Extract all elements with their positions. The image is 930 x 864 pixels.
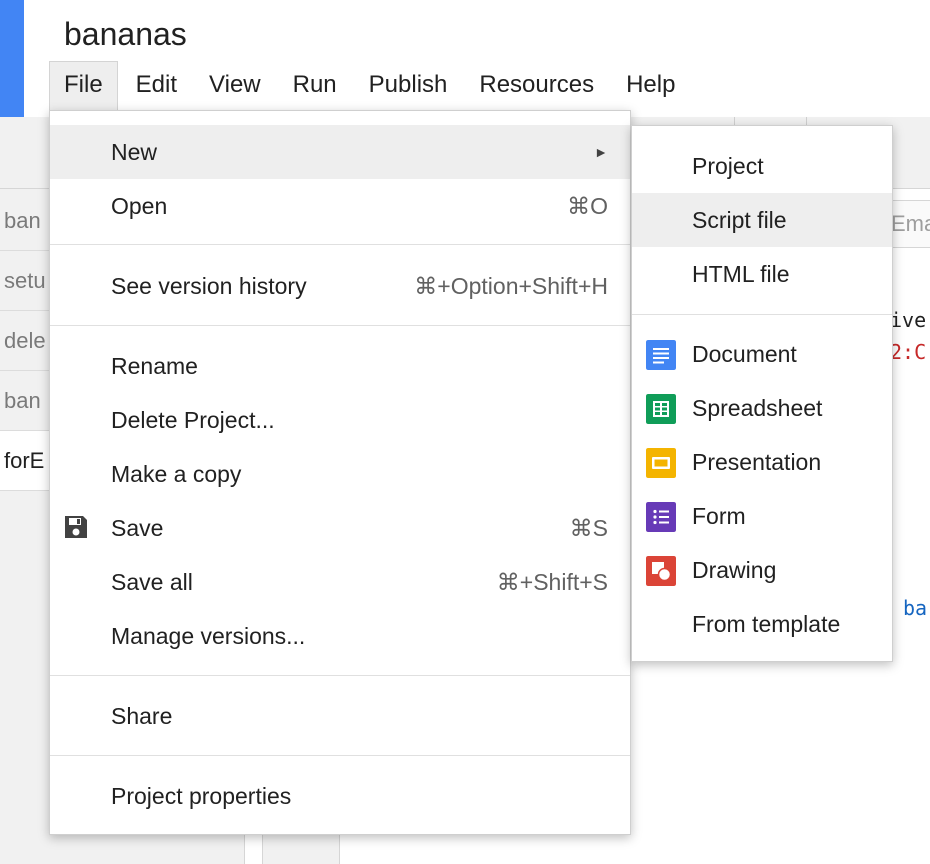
- menu-help[interactable]: Help: [610, 62, 691, 110]
- menu-item-save-all[interactable]: Save all ⌘+Shift+S: [50, 555, 630, 609]
- sheets-icon: [646, 394, 676, 424]
- submenu-item-document[interactable]: Document: [632, 327, 892, 381]
- forms-icon: [646, 502, 676, 532]
- menu-item-make-copy[interactable]: Make a copy: [50, 447, 630, 501]
- menu-divider: [50, 325, 630, 326]
- menu-item-label: Rename: [111, 353, 198, 379]
- menu-item-delete-project[interactable]: Delete Project...: [50, 393, 630, 447]
- project-title[interactable]: bananas: [64, 16, 187, 53]
- submenu-item-label: Spreadsheet: [692, 395, 823, 421]
- menu-view[interactable]: View: [193, 62, 277, 110]
- submenu-item-label: Presentation: [692, 449, 822, 475]
- menubar: File Edit View Run Publish Resources Hel…: [49, 61, 691, 111]
- menu-item-share[interactable]: Share: [50, 689, 630, 743]
- submenu-item-label: From template: [692, 611, 841, 637]
- menu-publish[interactable]: Publish: [353, 62, 464, 110]
- menu-divider: [50, 675, 630, 676]
- app-logo-strip: [0, 0, 24, 117]
- submenu-item-html-file[interactable]: HTML file: [632, 247, 892, 301]
- menu-item-label: Save all: [111, 569, 193, 595]
- new-submenu: Project Script file HTML file Document S…: [631, 125, 893, 662]
- menu-divider: [50, 244, 630, 245]
- menu-item-label: See version history: [111, 273, 307, 299]
- menu-item-label: Open: [111, 193, 168, 219]
- menu-item-save[interactable]: Save ⌘S: [50, 501, 630, 555]
- menu-item-label: Share: [111, 703, 173, 729]
- submenu-item-form[interactable]: Form: [632, 489, 892, 543]
- menu-run[interactable]: Run: [277, 62, 353, 110]
- submenu-item-label: Script file: [692, 207, 787, 233]
- floppy-disk-icon: [65, 516, 87, 538]
- menu-item-rename[interactable]: Rename: [50, 339, 630, 393]
- menu-divider: [50, 755, 630, 756]
- submenu-item-label: Project: [692, 153, 764, 179]
- submenu-arrow-icon: ►: [594, 144, 608, 160]
- docs-icon: [646, 340, 676, 370]
- menu-item-shortcut: ⌘+Shift+S: [496, 569, 608, 595]
- menu-item-project-properties[interactable]: Project properties: [50, 769, 630, 823]
- menu-item-label: New: [111, 139, 158, 165]
- menu-item-shortcut: ⌘O: [567, 193, 608, 219]
- submenu-item-presentation[interactable]: Presentation: [632, 435, 892, 489]
- submenu-item-script-file[interactable]: Script file: [632, 193, 892, 247]
- menu-item-label: Make a copy: [111, 461, 242, 487]
- menu-item-open[interactable]: Open ⌘O: [50, 179, 630, 233]
- menu-item-new[interactable]: New ►: [50, 125, 630, 179]
- menu-item-version-history[interactable]: See version history ⌘+Option+Shift+H: [50, 259, 630, 313]
- menu-item-manage-versions[interactable]: Manage versions...: [50, 609, 630, 663]
- code-fragment: ive: [890, 308, 927, 332]
- submenu-item-label: Drawing: [692, 557, 777, 583]
- submenu-item-label: Form: [692, 503, 746, 529]
- submenu-item-label: Document: [692, 341, 797, 367]
- menu-item-label: Save: [111, 515, 164, 541]
- menu-file[interactable]: File: [49, 61, 118, 111]
- drawings-icon: [646, 556, 676, 586]
- menu-resources[interactable]: Resources: [463, 62, 610, 110]
- file-menu-dropdown: New ► Open ⌘O See version history ⌘+Opti…: [49, 110, 631, 835]
- menu-item-shortcut: ⌘S: [569, 515, 608, 541]
- menu-divider: [632, 314, 892, 315]
- menu-item-shortcut: ⌘+Option+Shift+H: [414, 273, 608, 299]
- menu-item-label: Delete Project...: [111, 407, 275, 433]
- menu-item-label: Manage versions...: [111, 623, 306, 649]
- slides-icon: [646, 448, 676, 478]
- code-fragment: ba: [903, 596, 928, 620]
- submenu-item-drawing[interactable]: Drawing: [632, 543, 892, 597]
- submenu-item-from-template[interactable]: From template: [632, 597, 892, 651]
- submenu-item-project[interactable]: Project: [632, 139, 892, 193]
- submenu-item-spreadsheet[interactable]: Spreadsheet: [632, 381, 892, 435]
- submenu-item-label: HTML file: [692, 261, 790, 287]
- menu-item-label: Project properties: [111, 783, 292, 809]
- menu-edit[interactable]: Edit: [120, 62, 193, 110]
- code-fragment: 2:C: [890, 340, 927, 364]
